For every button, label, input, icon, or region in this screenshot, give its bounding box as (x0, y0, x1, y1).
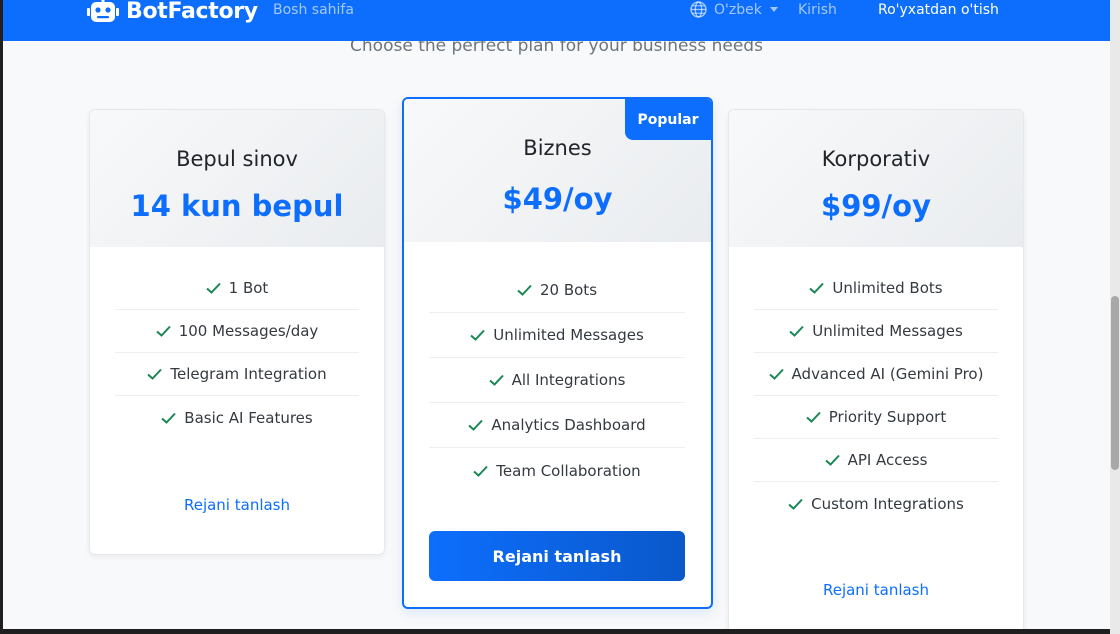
select-plan-button[interactable]: Rejani tanlash (90, 496, 384, 514)
feature-item: Unlimited Bots (754, 267, 998, 310)
plan-price: 14 kun bepul (130, 189, 344, 223)
plan-card-corporate: Korporativ $99/oy Unlimited Bots Unlimit… (728, 109, 1024, 629)
check-icon (205, 282, 221, 294)
brand-logo[interactable]: BotFactory (87, 0, 258, 24)
page-viewport: BotFactory Bosh sahifa O'zbek Kirish Ro'… (3, 0, 1110, 629)
check-icon (788, 498, 803, 510)
check-icon (809, 282, 825, 294)
navbar: BotFactory Bosh sahifa O'zbek Kirish Ro'… (3, 0, 1110, 41)
register-link[interactable]: Ro'yxatdan o'tish (878, 2, 999, 18)
check-icon (806, 411, 821, 423)
vertical-scrollbar[interactable] (1110, 0, 1120, 634)
feature-list: Unlimited Bots Unlimited Messages Advanc… (754, 267, 998, 525)
plan-header: Bepul sinov 14 kun bepul (90, 110, 384, 247)
plan-price: $49/oy (502, 182, 613, 216)
feature-item: 1 Bot (115, 267, 359, 310)
brand-name: BotFactory (126, 0, 258, 24)
check-icon (470, 329, 485, 341)
select-plan-button[interactable]: Rejani tanlash (729, 581, 1023, 599)
login-link[interactable]: Kirish (798, 2, 837, 18)
feature-item: Unlimited Messages (754, 310, 998, 353)
check-icon (147, 368, 163, 380)
globe-icon (690, 1, 707, 18)
check-icon (161, 412, 177, 424)
feature-item: Custom Integrations (754, 482, 998, 525)
plan-name: Korporativ (821, 147, 931, 171)
robot-icon (87, 0, 119, 22)
plan-card-business: Biznes $49/oy Popular 20 Bots Unlimited … (402, 97, 713, 609)
feature-item: Priority Support (754, 396, 998, 439)
popular-badge: Popular (625, 99, 711, 140)
feature-item: Unlimited Messages (429, 313, 685, 358)
check-icon (156, 325, 171, 337)
feature-list: 1 Bot 100 Messages/day Telegram Integrat… (115, 267, 359, 439)
check-icon (768, 368, 784, 380)
check-icon (473, 465, 489, 477)
feature-item: 20 Bots (429, 268, 685, 313)
feature-item: Advanced AI (Gemini Pro) (754, 353, 998, 396)
feature-item: API Access (754, 439, 998, 482)
window-bottom-edge (0, 629, 1110, 634)
feature-item: 100 Messages/day (115, 310, 359, 353)
check-icon (517, 284, 532, 296)
nav-home-link[interactable]: Bosh sahifa (273, 2, 354, 18)
plan-header: Biznes $49/oy Popular (404, 99, 711, 242)
check-icon (468, 419, 484, 431)
scrollbar-thumb[interactable] (1111, 296, 1119, 470)
feature-item: All Integrations (429, 358, 685, 403)
plan-price: $99/oy (821, 189, 931, 223)
chevron-down-icon (769, 7, 778, 12)
check-icon (488, 374, 504, 386)
plan-header: Korporativ $99/oy (729, 110, 1023, 247)
plan-name: Bepul sinov (176, 147, 298, 171)
language-label: O'zbek (714, 1, 762, 18)
language-dropdown[interactable]: O'zbek (690, 1, 778, 18)
feature-item: Basic AI Features (115, 396, 359, 439)
check-icon (824, 454, 840, 466)
check-icon (789, 325, 804, 337)
feature-list: 20 Bots Unlimited Messages All Integrati… (429, 268, 685, 493)
feature-item: Team Collaboration (429, 448, 685, 493)
select-plan-button[interactable]: Rejani tanlash (429, 531, 685, 581)
feature-item: Telegram Integration (115, 353, 359, 396)
feature-item: Analytics Dashboard (429, 403, 685, 448)
plan-card-free-trial: Bepul sinov 14 kun bepul 1 Bot 100 Messa… (89, 109, 385, 555)
